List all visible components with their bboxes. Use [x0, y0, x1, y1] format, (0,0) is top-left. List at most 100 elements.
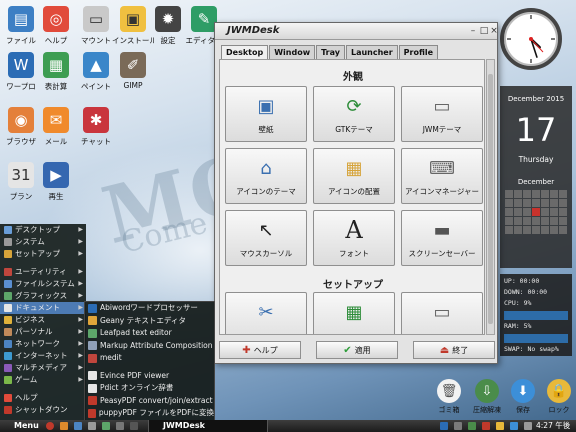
- menu-item-icon: [4, 364, 12, 372]
- help-button[interactable]: ✚ ヘルプ: [219, 341, 301, 359]
- power-icon[interactable]: [46, 422, 54, 430]
- help-icon: ✚: [242, 344, 251, 356]
- menu-item-12[interactable]: ゲーム ▶: [0, 374, 86, 386]
- tab-launcher[interactable]: Launcher: [345, 45, 398, 59]
- tab-profile[interactable]: Profile: [398, 45, 439, 59]
- menu-item-8[interactable]: パーソナル ▶: [0, 326, 86, 338]
- desktop-icon-chat[interactable]: ✱ チャット: [75, 107, 117, 147]
- taskbar-task-jwmdesk[interactable]: JWMDesk: [148, 420, 268, 432]
- submenu-item-2[interactable]: Leafpad text editor: [85, 327, 214, 340]
- setting-button-icon-manager[interactable]: ⌨ アイコンマネージャー: [401, 148, 483, 204]
- browser-launcher-icon[interactable]: [60, 422, 68, 430]
- menu-item-7[interactable]: ビジネス ▶: [0, 314, 86, 326]
- setting-button-jwm-theme[interactable]: ▭ JWMテーマ: [401, 86, 483, 142]
- workspace-2-icon[interactable]: [130, 422, 138, 430]
- menu-item-3[interactable]: ユーティリティ ▶: [0, 266, 86, 278]
- calendar-cell: [505, 190, 513, 198]
- dock-item-archive[interactable]: ⇩ 圧縮解凍: [470, 379, 504, 415]
- desktop-icon-drive[interactable]: ▭ マウント: [75, 6, 117, 46]
- tab-desktop[interactable]: Desktop: [221, 45, 269, 59]
- menu-item-1[interactable]: システム ▶: [0, 236, 86, 248]
- setting-button-cursor[interactable]: ↖ マウスカーソル: [225, 210, 307, 266]
- taskbar-clock[interactable]: 4:27 午後: [536, 420, 570, 432]
- shield-tray-icon[interactable]: [482, 422, 490, 430]
- menu-item-icon: [4, 352, 12, 360]
- task-label: JWMDesk: [163, 421, 205, 430]
- desktop-icon-paint[interactable]: ▲ ペイント: [75, 52, 117, 92]
- font-icon: A: [345, 216, 363, 244]
- minimize-icon[interactable]: –: [468, 26, 478, 36]
- dock-item-save-download[interactable]: ⬇ 保存: [506, 379, 540, 415]
- menu-item-0[interactable]: デスクトップ ▶: [0, 224, 86, 236]
- calendar-cell: [550, 217, 558, 225]
- window-titlebar[interactable]: JWMDesk – □ ×: [215, 23, 499, 40]
- desktop-icon-lifebuoy[interactable]: ◎ ヘルプ: [35, 6, 77, 46]
- submenu-item-label: Geany テキストエディタ: [100, 315, 186, 325]
- menu-item-10[interactable]: インターネット ▶: [0, 350, 86, 362]
- desktop-icon-spreadsheet[interactable]: ▦ 表計算: [35, 52, 77, 92]
- menu-item-4[interactable]: ファイルシステム ▶: [0, 278, 86, 290]
- workspace-1-icon[interactable]: [116, 422, 124, 430]
- menu-item-11[interactable]: マルチメディア ▶: [0, 362, 86, 374]
- setting-button-wallpaper[interactable]: ▣ 壁紙: [225, 86, 307, 142]
- submenu-item-0[interactable]: Abiwordワードプロセッサー: [85, 302, 214, 315]
- maximize-icon[interactable]: □: [479, 26, 489, 36]
- calendar-cell: [559, 190, 567, 198]
- volume-tray-icon[interactable]: [454, 422, 462, 430]
- setting-button-icon-arrange[interactable]: ▦ アイコンの配置: [313, 148, 395, 204]
- battery-tray-icon[interactable]: [496, 422, 504, 430]
- mini-calendar-grid: [505, 190, 567, 234]
- menu-item-5[interactable]: グラフィックス ▶: [0, 290, 86, 302]
- calendar-cell: [523, 208, 531, 216]
- desktop-switch-icon[interactable]: [102, 422, 110, 430]
- menu-item-2[interactable]: セットアップ ▶: [0, 248, 86, 260]
- submenu-item-7[interactable]: PeasyPDF convert/join/extract: [85, 395, 214, 408]
- close-icon[interactable]: ×: [489, 26, 499, 36]
- tab-tray[interactable]: Tray: [316, 45, 345, 59]
- quit-button[interactable]: ⏏ 終了: [413, 341, 495, 359]
- dock-item-trash[interactable]: 🗑 ゴミ箱: [432, 379, 466, 415]
- scrollbar-thumb[interactable]: [488, 74, 493, 324]
- calendar-cell: [532, 190, 540, 198]
- desktop-icon-mail[interactable]: ✉ メール: [35, 107, 77, 147]
- chevron-right-icon: ▶: [78, 304, 83, 311]
- submenu-item-6[interactable]: Pdict オンライン辞書: [85, 382, 214, 395]
- dock-item-lock[interactable]: 🔒 ロック: [542, 379, 576, 415]
- menu-item-14[interactable]: シャットダウン: [0, 404, 86, 416]
- desktop-tab-panel: 外観 セットアップ ▣ 壁紙 ⟳ GTKテーマ ▭ JWMテーマ ⌂ アイコンのテーマ ▦ アイコ…: [219, 59, 485, 335]
- setting-button-font[interactable]: A フォント: [313, 210, 395, 266]
- menu-item-icon: [4, 394, 12, 402]
- calendar-cell: [541, 190, 549, 198]
- menu-item-label: マルチメディア: [15, 363, 67, 372]
- desktop-icon-media-player[interactable]: ▶ 再生: [35, 162, 77, 202]
- submenu-item-icon: [88, 383, 97, 393]
- desktop-icon-label: チャット: [81, 137, 111, 146]
- setting-button-screensaver[interactable]: ▬ スクリーンセーバー: [401, 210, 483, 266]
- setting-button-gtk-theme[interactable]: ⟳ GTKテーマ: [313, 86, 395, 142]
- terminal-launcher-icon[interactable]: [74, 422, 82, 430]
- menu-item-6[interactable]: ドキュメント ▶: [0, 302, 86, 314]
- bluetooth-tray-icon[interactable]: [510, 422, 518, 430]
- update-tray-icon[interactable]: [468, 422, 476, 430]
- taskbar: Menu JWMDesk 4:27 午後: [0, 420, 576, 432]
- vertical-scrollbar[interactable]: [486, 59, 495, 335]
- network-tray-icon[interactable]: [440, 422, 448, 430]
- submenu-item-5[interactable]: Evince PDF viewer: [85, 370, 214, 383]
- setting-button-tools[interactable]: ✂: [225, 292, 307, 334]
- desktop-icon-gimp[interactable]: ✐ GIMP: [112, 52, 154, 90]
- submenu-item-4[interactable]: medit: [85, 352, 214, 365]
- calendar-cell: [559, 208, 567, 216]
- submenu-item-3[interactable]: Markup Attribute Composition: [85, 340, 214, 353]
- desktop-icon-label: マウント: [81, 36, 111, 45]
- setting-button-icon-theme[interactable]: ⌂ アイコンのテーマ: [225, 148, 307, 204]
- keyboard-tray-icon[interactable]: [524, 422, 532, 430]
- menu-item-13[interactable]: ヘルプ: [0, 392, 86, 404]
- menu-item-9[interactable]: ネットワーク ▶: [0, 338, 86, 350]
- file-launcher-icon[interactable]: [88, 422, 96, 430]
- setting-button-hardware[interactable]: ▦: [313, 292, 395, 334]
- setting-button-windows[interactable]: ▭: [401, 292, 483, 334]
- submenu-item-8[interactable]: puppyPDF ファイルをPDFに変換: [85, 407, 214, 420]
- tab-window[interactable]: Window: [269, 45, 316, 59]
- submenu-item-1[interactable]: Geany テキストエディタ: [85, 315, 214, 328]
- apply-button[interactable]: ✔ 適用: [316, 341, 398, 359]
